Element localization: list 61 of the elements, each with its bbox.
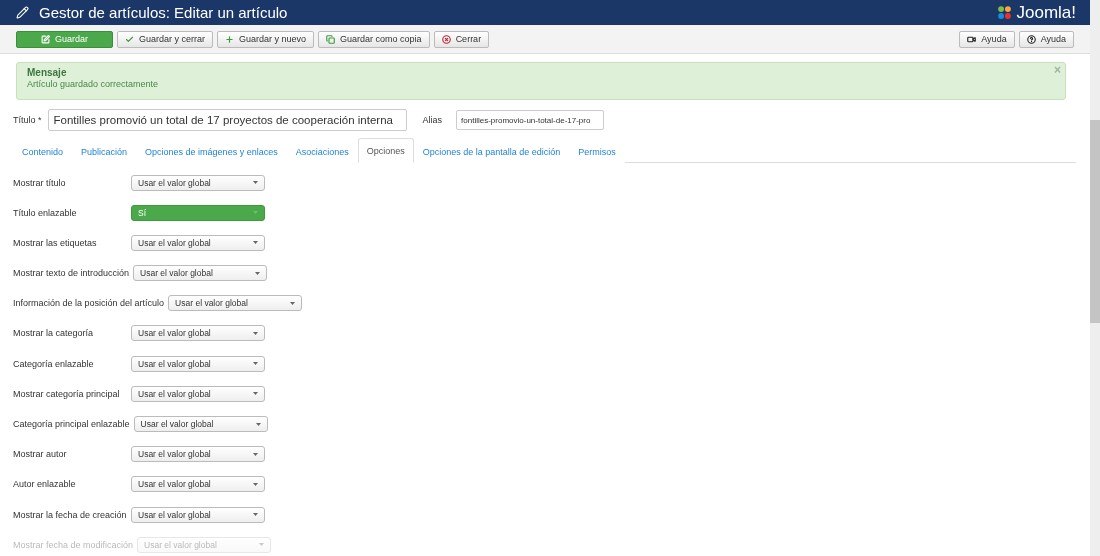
option-label: Mostrar las etiquetas xyxy=(13,237,98,248)
toolbar-button[interactable]: Cerrar xyxy=(433,30,490,48)
alias-input[interactable]: fontilles-promovio-un-total-de-17-pro xyxy=(456,110,605,130)
field-label: Título * xyxy=(13,115,42,125)
field-label: Alias xyxy=(422,115,443,125)
caret-icon xyxy=(253,513,258,517)
select-dropdown[interactable]: Usar el valor global xyxy=(131,506,265,523)
toolbar-button[interactable]: Guardar y cerrar xyxy=(117,30,214,48)
caret-icon xyxy=(253,241,258,245)
caret-icon xyxy=(253,452,258,456)
copy-icon xyxy=(326,34,336,44)
option-label: Mostrar la fecha de creación xyxy=(13,509,127,520)
toolbar-button[interactable]: Ayuda xyxy=(959,30,1015,48)
select-dropdown[interactable]: Usar el valor global xyxy=(133,416,268,432)
logo-text: Joomla! xyxy=(1016,2,1076,23)
option-label: Mostrar categoría principal xyxy=(13,388,121,399)
select-dropdown[interactable]: Usar el valor global xyxy=(131,476,265,493)
page-title: Gestor de artículos: Editar un artículo xyxy=(39,4,289,21)
caret-icon xyxy=(290,301,296,305)
logo-icon xyxy=(996,4,1014,21)
select-dropdown[interactable]: Usar el valor global xyxy=(131,446,265,463)
message-text: Artículo guardado correctamente xyxy=(27,79,159,89)
check-icon xyxy=(125,34,134,44)
option-label: Título enlazable xyxy=(13,207,78,218)
caret-icon xyxy=(255,271,261,275)
select-dropdown[interactable]: Usar el valor global xyxy=(131,385,265,402)
select-dropdown[interactable]: Usar el valor global xyxy=(133,265,268,282)
select-dropdown[interactable]: Usar el valor global xyxy=(131,174,265,191)
option-label: Autor enlazable xyxy=(13,479,77,490)
caret-icon xyxy=(253,392,258,396)
caret-icon xyxy=(253,181,258,184)
select-dropdown[interactable]: Usar el valor global xyxy=(131,355,265,372)
select-dropdown[interactable]: Usar el valor global xyxy=(131,325,265,342)
help-icon xyxy=(1026,34,1036,44)
pencil-icon xyxy=(16,6,29,19)
title-input[interactable]: Fontilles promovió un total de 17 proyectos de cooperación interna xyxy=(47,109,407,131)
caret-icon xyxy=(253,362,258,366)
option-label: Mostrar la categoría xyxy=(13,328,95,339)
caret-icon xyxy=(253,482,258,486)
caret-icon xyxy=(255,422,261,426)
video-camera-icon xyxy=(967,34,977,44)
caret-icon xyxy=(253,331,258,335)
toolbar-button[interactable]: Guardar como copia xyxy=(318,30,430,48)
option-label: Categoría enlazable xyxy=(13,358,95,369)
edit-icon xyxy=(41,34,50,44)
select-dropdown[interactable]: Usar el valor global xyxy=(131,234,265,251)
scrollbar[interactable] xyxy=(1090,0,1100,556)
option-label: Mostrar texto de introducción xyxy=(13,268,130,279)
toolbar-button[interactable]: Guardar y nuevo xyxy=(217,30,315,48)
option-label: Mostrar título xyxy=(13,177,67,188)
message-heading: Mensaje xyxy=(27,67,68,78)
caret-icon xyxy=(253,211,258,215)
option-label: Mostrar autor xyxy=(13,449,68,460)
caret-icon xyxy=(259,543,265,547)
tab[interactable]: Opciones xyxy=(357,138,414,163)
plus-icon xyxy=(225,34,235,44)
option-label: Información de la posición del artículo xyxy=(13,298,165,309)
close-icon xyxy=(441,34,451,44)
select-dropdown[interactable]: Usar el valor global xyxy=(168,295,303,312)
toolbar-button[interactable]: Ayuda xyxy=(1018,30,1074,48)
option-label: Categoría principal enlazable xyxy=(13,419,130,429)
